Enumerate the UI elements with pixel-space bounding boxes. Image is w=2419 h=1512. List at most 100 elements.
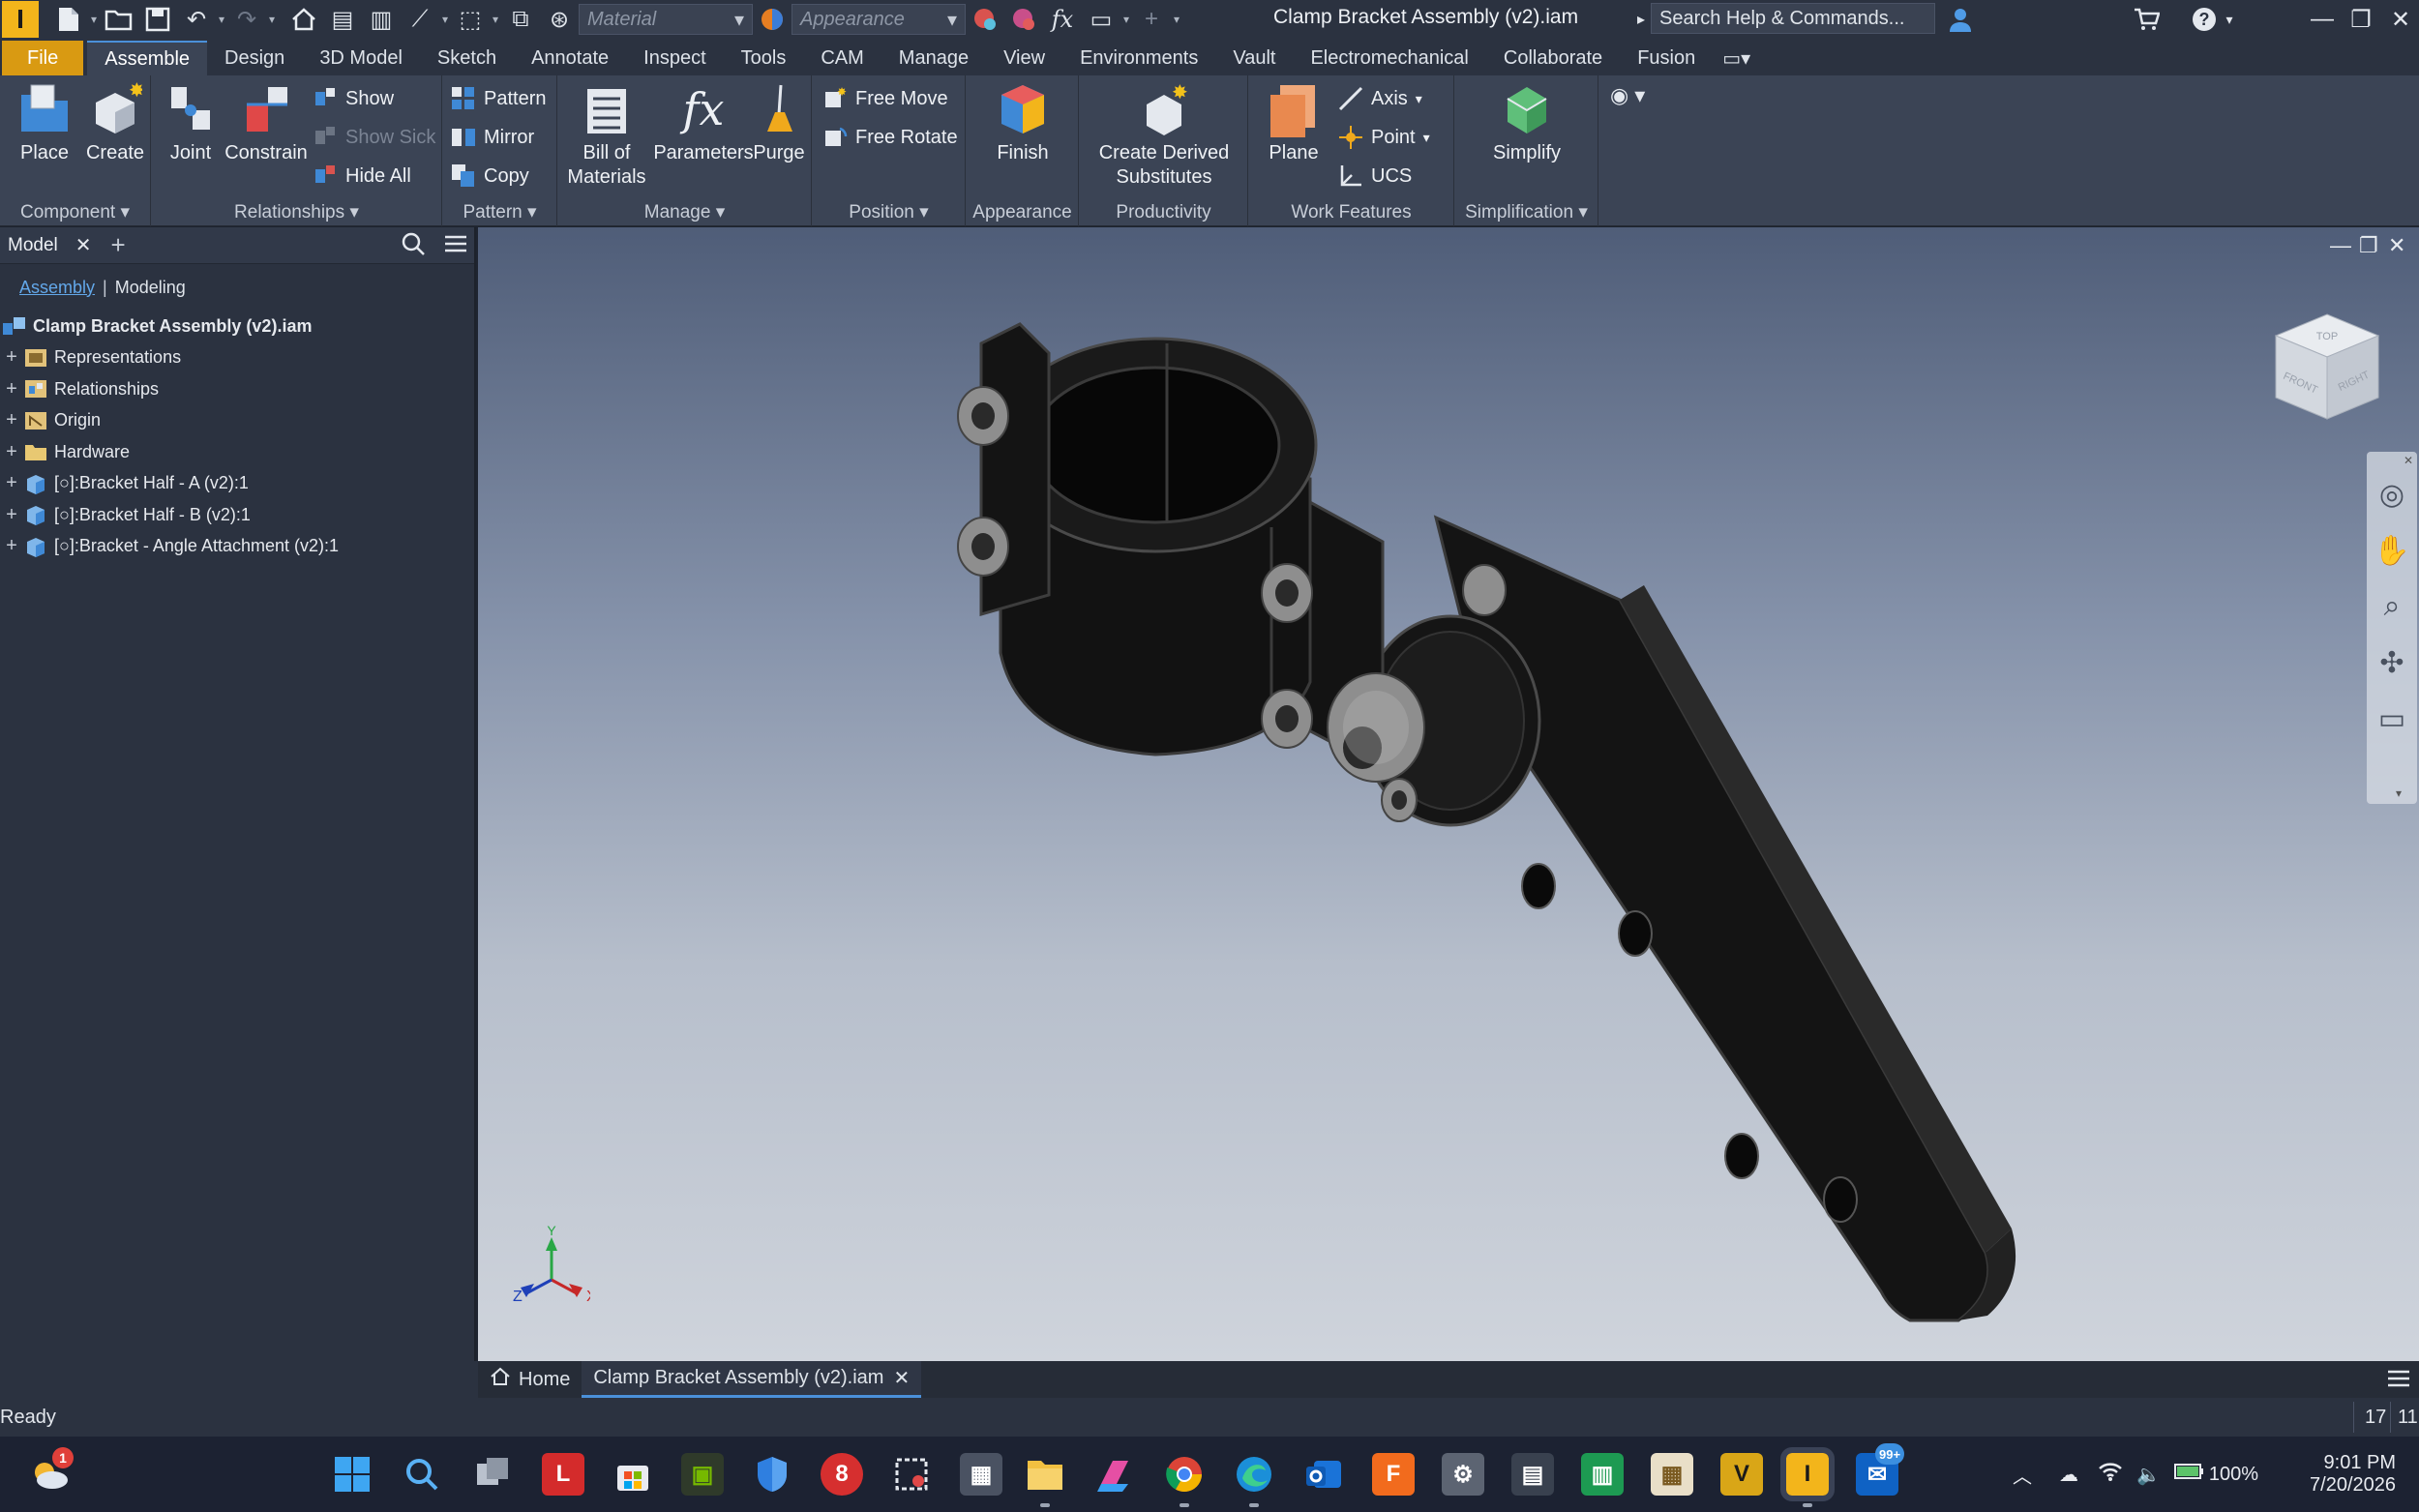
copy-button[interactable]: Copy: [451, 159, 529, 193]
tab-design[interactable]: Design: [207, 41, 302, 75]
defender-shield-icon[interactable]: [751, 1453, 793, 1496]
place-button[interactable]: Place: [12, 81, 77, 165]
battery-icon[interactable]: [2173, 1462, 2205, 1487]
close-browser-icon[interactable]: ✕: [66, 233, 102, 257]
redo-icon[interactable]: ↷: [230, 3, 263, 36]
new-dropdown-icon[interactable]: ▾: [88, 3, 100, 36]
simplify-button[interactable]: Simplify: [1480, 81, 1573, 165]
orbit-icon[interactable]: ✣: [2373, 643, 2411, 682]
expand-icon[interactable]: +: [0, 535, 23, 557]
customize-qat-icon[interactable]: ▾: [1171, 3, 1182, 36]
subtab-assembly[interactable]: Assembly: [12, 278, 103, 298]
zoom-icon[interactable]: ⌕: [2373, 587, 2411, 626]
tree-node-hardware[interactable]: + Hardware: [0, 436, 474, 468]
position-panel-label[interactable]: Position ▾: [813, 199, 965, 226]
parameters-fx-icon[interactable]: fx: [1046, 3, 1079, 36]
add-browser-icon[interactable]: +: [102, 230, 135, 260]
expand-icon[interactable]: +: [0, 346, 23, 369]
pattern-button[interactable]: Pattern: [451, 81, 546, 116]
viewcube[interactable]: TOP FRONT RIGHT: [2264, 305, 2390, 430]
browser-menu-icon[interactable]: [443, 231, 468, 261]
chrome-icon[interactable]: [1163, 1453, 1206, 1507]
clamp-bracket-model[interactable]: [478, 227, 2419, 1361]
tab-view[interactable]: View: [986, 41, 1062, 75]
vault-icon[interactable]: V: [1720, 1453, 1763, 1496]
minimize-icon[interactable]: —: [2303, 0, 2342, 39]
expand-icon[interactable]: +: [0, 378, 23, 400]
subtab-modeling[interactable]: Modeling: [107, 278, 194, 298]
expand-icon[interactable]: +: [0, 441, 23, 463]
tab-sketch[interactable]: Sketch: [420, 41, 514, 75]
cart-icon[interactable]: [2127, 0, 2165, 39]
tree-node-angle-attachment[interactable]: + [○]:Bracket - Angle Attachment (v2):1: [0, 531, 474, 563]
mirror-button[interactable]: Mirror: [451, 120, 534, 155]
navbar-close-icon[interactable]: ✕: [2404, 454, 2413, 467]
create-button[interactable]: ✸ Create: [83, 80, 147, 165]
weather-icon[interactable]: 1: [29, 1447, 74, 1496]
free-move-button[interactable]: ✸ Free Move: [822, 81, 948, 116]
pan-hand-icon[interactable]: ✋: [2373, 531, 2411, 570]
ribbon-display-toggle-icon[interactable]: ▭▾: [1713, 41, 1760, 75]
point-button[interactable]: Point ▾: [1338, 120, 1430, 155]
navbar-options-icon[interactable]: ▾: [2396, 786, 2402, 800]
nvidia-icon[interactable]: ▣: [681, 1453, 724, 1496]
close-icon[interactable]: ✕: [2382, 0, 2419, 39]
tab-file[interactable]: File: [2, 41, 84, 75]
component-panel-label[interactable]: Component ▾: [0, 199, 150, 226]
tree-node-bracket-half-a[interactable]: + [○]:Bracket Half - A (v2):1: [0, 468, 474, 500]
ribbon-options-icon[interactable]: ◉ ▾: [1610, 83, 1645, 108]
expand-icon[interactable]: +: [0, 472, 23, 494]
steering-wheel-icon[interactable]: ◎: [2373, 475, 2411, 514]
project-icon[interactable]: ▥: [365, 3, 398, 36]
ruler-dropdown-icon[interactable]: ▾: [1120, 3, 1132, 36]
tree-node-origin[interactable]: + Origin: [0, 405, 474, 437]
look-at-icon[interactable]: ▭: [2373, 699, 2411, 738]
finish-button[interactable]: Finish: [988, 81, 1058, 165]
redo-dropdown-icon[interactable]: ▾: [266, 3, 278, 36]
m365-copilot-icon[interactable]: [1093, 1453, 1136, 1496]
parameters-button[interactable]: fx Parameters: [649, 81, 758, 165]
tab-3d-model[interactable]: 3D Model: [302, 41, 420, 75]
tab-annotate[interactable]: Annotate: [514, 41, 626, 75]
app-logo-icon[interactable]: I: [2, 1, 39, 38]
tray-overflow-icon[interactable]: ︿: [2013, 1461, 2032, 1489]
wifi-icon[interactable]: [2098, 1461, 2123, 1488]
show-sick-button[interactable]: Show Sick: [313, 120, 435, 155]
browser-tab-model[interactable]: Model: [0, 235, 66, 256]
joint-button[interactable]: Joint: [156, 81, 225, 165]
close-tab-icon[interactable]: ✕: [893, 1366, 910, 1390]
calculator-icon[interactable]: ▦: [960, 1453, 1002, 1496]
constrain-button[interactable]: Constrain: [218, 81, 314, 165]
pattern-panel-label[interactable]: Pattern ▾: [443, 199, 556, 226]
pc-utility-icon[interactable]: ▤: [1511, 1453, 1554, 1496]
manage-panel-label[interactable]: Manage ▾: [558, 199, 811, 226]
onedrive-cloud-icon[interactable]: ☁: [2059, 1463, 2078, 1487]
tab-assemble[interactable]: Assemble: [87, 41, 208, 75]
material-select[interactable]: Material ▾: [579, 4, 753, 35]
inventor-taskbar-icon[interactable]: I: [1780, 1447, 1835, 1507]
new-file-icon[interactable]: [52, 3, 85, 36]
expand-icon[interactable]: +: [0, 409, 23, 431]
appearance-select[interactable]: Appearance ▾: [791, 4, 966, 35]
outlook-icon[interactable]: ✉ 99+: [1856, 1443, 1905, 1496]
bill-of-materials-button[interactable]: Bill of Materials: [562, 81, 651, 190]
taskbar-search-icon[interactable]: [401, 1453, 443, 1496]
create-derived-substitutes-button[interactable]: ✸ Create Derived Substitutes: [1080, 81, 1248, 190]
undo-icon[interactable]: ↶: [180, 3, 213, 36]
restore-icon[interactable]: ❐: [2342, 0, 2380, 39]
axis-button[interactable]: Axis ▾: [1338, 81, 1422, 116]
undo-dropdown-icon[interactable]: ▾: [216, 3, 227, 36]
tab-fusion[interactable]: Fusion: [1620, 41, 1713, 75]
edge-icon[interactable]: [1233, 1453, 1275, 1507]
select-mode-icon[interactable]: ⬚: [454, 3, 487, 36]
tree-root[interactable]: Clamp Bracket Assembly (v2).iam: [0, 311, 474, 342]
file-explorer-icon[interactable]: [1024, 1453, 1066, 1507]
outlook-new-icon[interactable]: [1302, 1453, 1345, 1496]
free-rotate-button[interactable]: Free Rotate: [822, 120, 958, 155]
adjust-appearance-icon[interactable]: [969, 3, 1001, 36]
select-dropdown-icon[interactable]: ▾: [490, 3, 501, 36]
expand-icon[interactable]: +: [0, 504, 23, 526]
save-icon[interactable]: [141, 3, 174, 36]
open-folder-icon[interactable]: [103, 3, 135, 36]
network-tool-icon[interactable]: ⚙: [1442, 1453, 1484, 1496]
